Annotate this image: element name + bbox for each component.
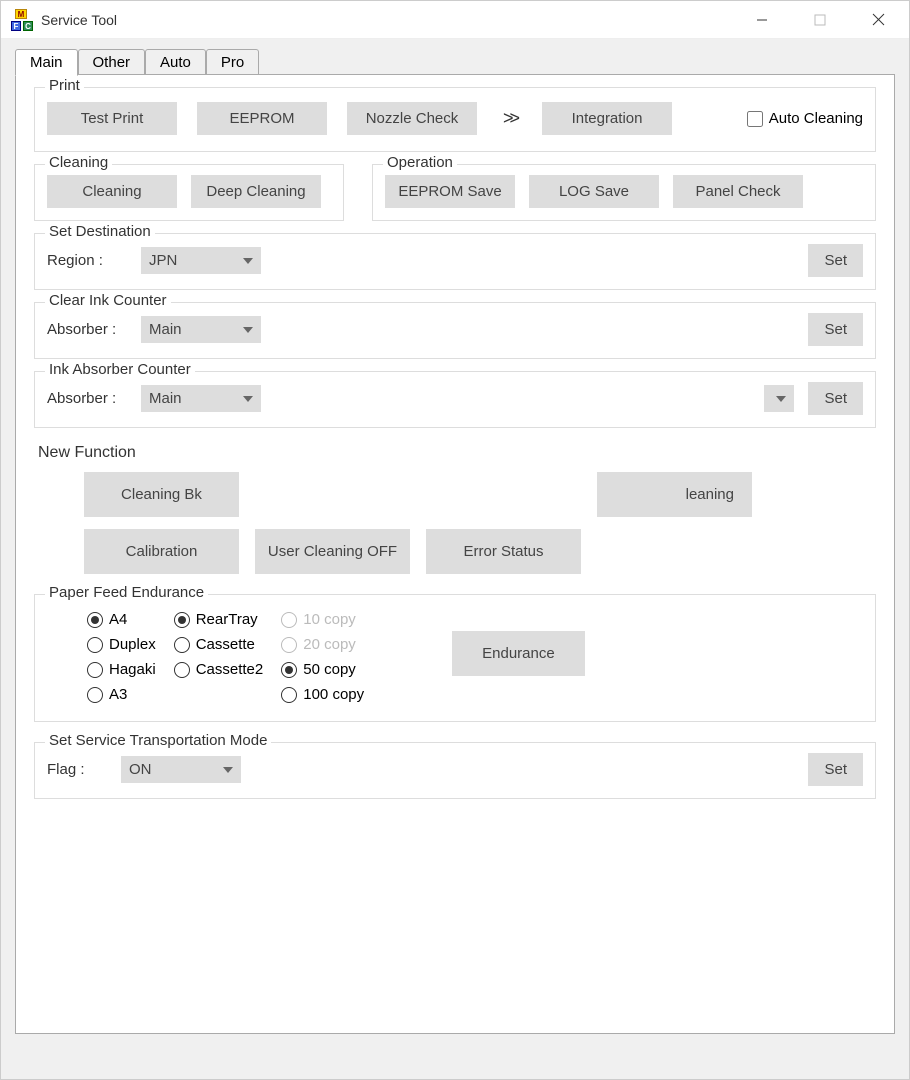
- tab-pro[interactable]: Pro: [206, 49, 259, 75]
- tab-page-main: Print Test Print EEPROM Nozzle Check >> …: [15, 74, 895, 1034]
- ink-absorber-select[interactable]: Main: [141, 385, 261, 412]
- auto-cleaning-input[interactable]: [747, 111, 763, 127]
- auto-cleaning-checkbox[interactable]: Auto Cleaning: [747, 110, 863, 127]
- group-ink-absorber-title: Ink Absorber Counter: [45, 361, 195, 378]
- region-label: Region :: [47, 252, 127, 269]
- group-paper-feed: Paper Feed Endurance A4 Duplex Hagaki A3…: [34, 594, 876, 722]
- group-ink-absorber: Ink Absorber Counter Absorber : Main Set: [34, 371, 876, 428]
- deep-cleaning-button[interactable]: Deep Cleaning: [191, 175, 321, 208]
- group-transport-title: Set Service Transportation Mode: [45, 732, 271, 749]
- cleaning-button[interactable]: Cleaning: [47, 175, 177, 208]
- radio-50copy[interactable]: 50 copy: [281, 661, 364, 678]
- new-function-row1: Cleaning Bk leaning: [34, 472, 876, 517]
- clear-ink-set-button[interactable]: Set: [808, 313, 863, 346]
- nf-leaning-button[interactable]: leaning: [597, 472, 752, 517]
- clear-absorber-select[interactable]: Main: [141, 316, 261, 343]
- eeprom-save-button[interactable]: EEPROM Save: [385, 175, 515, 208]
- titlebar: MFC Service Tool: [1, 1, 909, 39]
- group-clear-ink: Clear Ink Counter Absorber : Main Set: [34, 302, 876, 359]
- window-controls: [733, 2, 907, 38]
- tab-auto[interactable]: Auto: [145, 49, 206, 75]
- destination-set-button[interactable]: Set: [808, 244, 863, 277]
- radio-cassette2[interactable]: Cassette2: [174, 661, 264, 678]
- client-area: Main Other Auto Pro Print Test Print EEP…: [1, 39, 909, 1079]
- test-print-button[interactable]: Test Print: [47, 102, 177, 135]
- auto-cleaning-label: Auto Cleaning: [769, 110, 863, 127]
- panel-check-button[interactable]: Panel Check: [673, 175, 803, 208]
- calibration-button[interactable]: Calibration: [84, 529, 239, 574]
- region-select[interactable]: JPN: [141, 247, 261, 274]
- main-window: MFC Service Tool Main Other Auto Pro Pri…: [0, 0, 910, 1080]
- cleaning-bk-button[interactable]: Cleaning Bk: [84, 472, 239, 517]
- tab-strip: Main Other Auto Pro: [15, 49, 895, 75]
- window-title: Service Tool: [41, 12, 733, 28]
- close-button[interactable]: [849, 2, 907, 38]
- group-operation-title: Operation: [383, 154, 457, 171]
- integration-button[interactable]: Integration: [542, 102, 672, 135]
- radio-10copy: 10 copy: [281, 611, 364, 628]
- group-transport: Set Service Transportation Mode Flag : O…: [34, 742, 876, 799]
- more-icon[interactable]: >>: [497, 108, 522, 129]
- new-function-title: New Function: [38, 444, 876, 462]
- pfe-size-column: A4 Duplex Hagaki A3: [87, 611, 156, 703]
- tab-other[interactable]: Other: [78, 49, 146, 75]
- endurance-button[interactable]: Endurance: [452, 631, 585, 676]
- radio-a3[interactable]: A3: [87, 686, 156, 703]
- eeprom-button[interactable]: EEPROM: [197, 102, 327, 135]
- clear-absorber-label: Absorber :: [47, 321, 127, 338]
- tab-main[interactable]: Main: [15, 49, 78, 76]
- radio-duplex[interactable]: Duplex: [87, 636, 156, 653]
- radio-reartray[interactable]: RearTray: [174, 611, 264, 628]
- radio-hagaki[interactable]: Hagaki: [87, 661, 156, 678]
- minimize-button[interactable]: [733, 2, 791, 38]
- group-clear-ink-title: Clear Ink Counter: [45, 292, 171, 309]
- group-cleaning: Cleaning Cleaning Deep Cleaning: [34, 164, 344, 221]
- group-destination-title: Set Destination: [45, 223, 155, 240]
- nozzle-check-button[interactable]: Nozzle Check: [347, 102, 477, 135]
- radio-a4[interactable]: A4: [87, 611, 156, 628]
- group-destination: Set Destination Region : JPN Set: [34, 233, 876, 290]
- transport-set-button[interactable]: Set: [808, 753, 863, 786]
- radio-cassette[interactable]: Cassette: [174, 636, 264, 653]
- group-print-title: Print: [45, 77, 84, 94]
- group-paper-feed-title: Paper Feed Endurance: [45, 584, 208, 601]
- group-print: Print Test Print EEPROM Nozzle Check >> …: [34, 87, 876, 152]
- app-icon: MFC: [11, 9, 33, 31]
- error-status-button[interactable]: Error Status: [426, 529, 581, 574]
- log-save-button[interactable]: LOG Save: [529, 175, 659, 208]
- flag-select[interactable]: ON: [121, 756, 241, 783]
- maximize-button: [791, 2, 849, 38]
- group-operation: Operation EEPROM Save LOG Save Panel Che…: [372, 164, 876, 221]
- radio-100copy[interactable]: 100 copy: [281, 686, 364, 703]
- ink-absorber-set-button[interactable]: Set: [808, 382, 863, 415]
- pfe-tray-column: RearTray Cassette Cassette2: [174, 611, 264, 678]
- flag-label: Flag :: [47, 761, 107, 778]
- pfe-copy-column: 10 copy 20 copy 50 copy 100 copy: [281, 611, 364, 703]
- new-function-row2: Calibration User Cleaning OFF Error Stat…: [34, 529, 876, 574]
- ink-value-select[interactable]: [764, 385, 794, 412]
- group-cleaning-title: Cleaning: [45, 154, 112, 171]
- ink-absorber-label: Absorber :: [47, 390, 127, 407]
- user-cleaning-off-button[interactable]: User Cleaning OFF: [255, 529, 410, 574]
- radio-20copy: 20 copy: [281, 636, 364, 653]
